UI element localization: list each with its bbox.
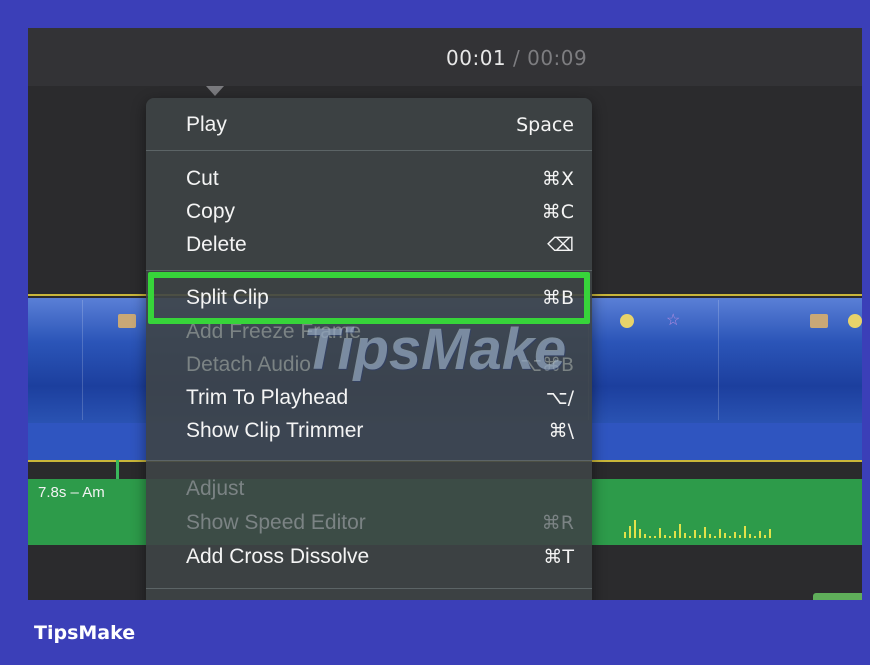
menu-item-copy[interactable]: Copy ⌘C — [186, 197, 574, 227]
menu-item-delete[interactable]: Delete ⌫ — [186, 230, 574, 260]
brand-label: TipsMake — [34, 622, 136, 644]
emoji-thumbnail-icon — [848, 314, 862, 328]
delete-key-icon: ⌫ — [547, 234, 574, 256]
menu-separator — [146, 150, 592, 151]
clip-edge-tab[interactable] — [813, 593, 862, 600]
menu-item-label: Adjust — [186, 477, 245, 500]
clip-thumbnail-icon — [810, 314, 828, 328]
menu-separator — [146, 588, 592, 589]
menu-item-shortcut: ⌘R — [541, 512, 574, 534]
emoji-thumbnail-icon — [620, 314, 634, 328]
menu-item-label: Delete — [186, 233, 247, 256]
menu-separator — [146, 460, 592, 461]
watermark: TipsMake — [303, 317, 567, 382]
menu-item-label: Copy — [186, 200, 236, 223]
audio-clip-label: 7.8s – Am — [38, 484, 105, 501]
menu-item-shortcut: ⌘C — [541, 201, 574, 223]
menu-item-play[interactable]: Play Space — [186, 110, 574, 140]
timecode-separator: / — [506, 46, 528, 70]
clip-frame-divider — [82, 300, 83, 420]
menu-item-shortcut: ⌘T — [543, 546, 574, 568]
menu-item-label: Play — [186, 113, 227, 136]
imovie-timeline: 00:01 / 00:09 ☆ 7.8s – Am Play Space Cut… — [28, 28, 862, 600]
audio-waveform — [624, 498, 771, 538]
menu-item-shortcut: ⌥/ — [545, 387, 574, 409]
menu-item-add-cross-dissolve[interactable]: Add Cross Dissolve ⌘T — [186, 542, 574, 572]
clip-thumbnail-icon — [118, 314, 136, 328]
timecode-display: 00:01 / 00:09 — [446, 46, 587, 70]
menu-item-label: Show Clip Trimmer — [186, 419, 364, 442]
timeline-toolbar: 00:01 / 00:09 — [28, 28, 862, 86]
menu-item-trim-to-playhead[interactable]: Trim To Playhead ⌥/ — [186, 383, 574, 413]
menu-item-cut[interactable]: Cut ⌘X — [186, 164, 574, 194]
menu-separator — [146, 270, 592, 271]
menu-item-label: Detach Audio — [186, 353, 311, 376]
menu-item-adjust: Adjust — [186, 474, 574, 504]
menu-item-label: Add Cross Dissolve — [186, 545, 370, 568]
current-time: 00:01 — [446, 46, 507, 70]
menu-item-show-clip-trimmer[interactable]: Show Clip Trimmer ⌘\ — [186, 416, 574, 446]
playhead-icon[interactable] — [206, 86, 224, 96]
total-duration: 00:09 — [527, 46, 588, 70]
menu-item-shortcut: Space — [516, 114, 574, 136]
clip-frame-divider — [718, 300, 719, 420]
star-thumbnail-icon: ☆ — [666, 312, 681, 329]
menu-item-shortcut: ⌘X — [541, 168, 574, 190]
menu-item-label: Show Speed Editor — [186, 511, 366, 534]
menu-item-label: Trim To Playhead — [186, 386, 349, 409]
menu-item-shortcut: ⌘\ — [548, 420, 574, 442]
menu-item-label: Cut — [186, 167, 219, 190]
menu-item-show-speed-editor: Show Speed Editor ⌘R — [186, 508, 574, 538]
